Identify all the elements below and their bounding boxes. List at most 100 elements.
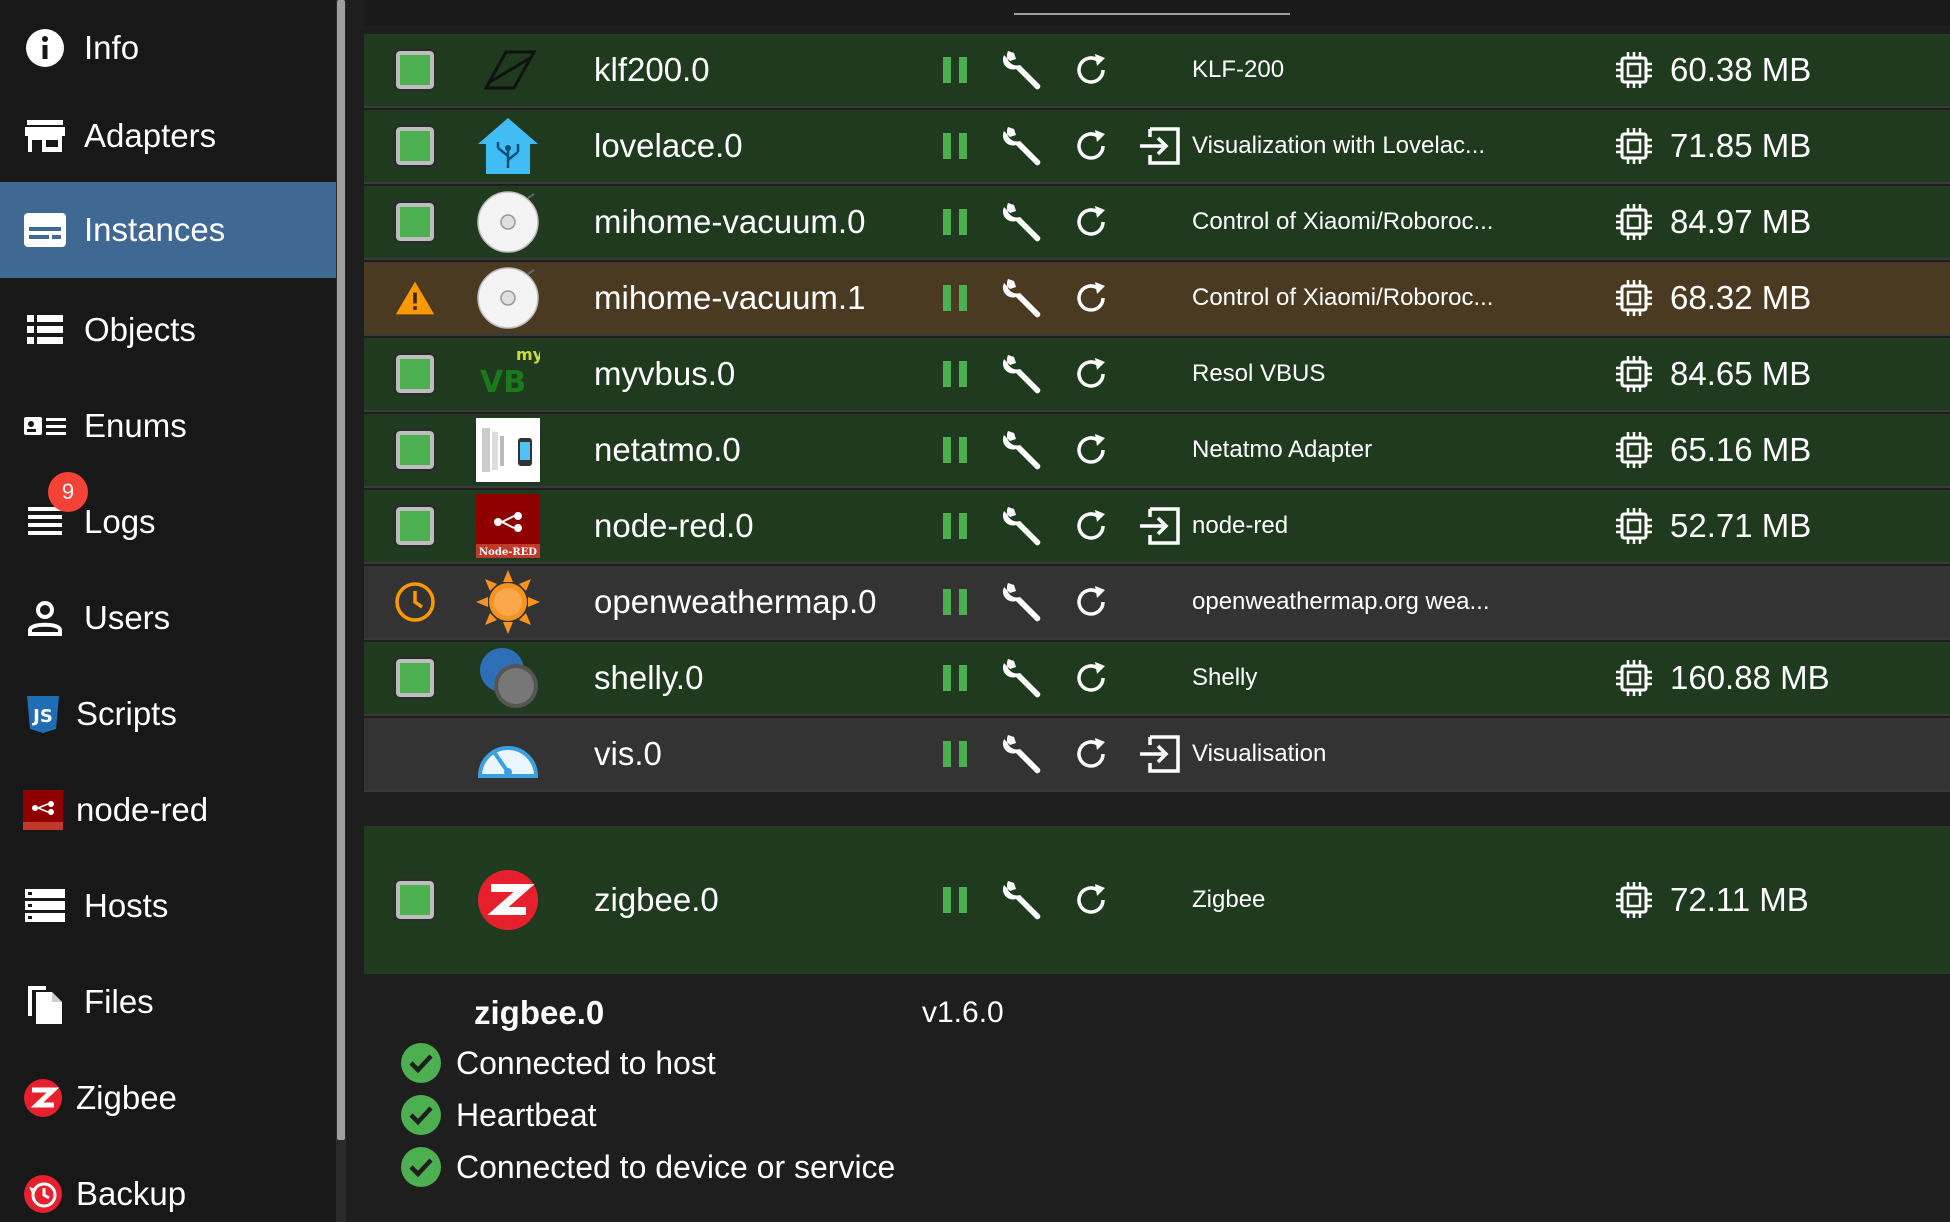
restart-icon[interactable] (1068, 579, 1114, 625)
pause-icon[interactable] (932, 579, 978, 625)
instance-row[interactable]: Node-RED node-red.0 node-red 52.71 MB (364, 490, 1950, 564)
instances-list: klf200.0 KLF-200 60.38 MB lovelace.0 Visuali… (346, 0, 1950, 1222)
restart-icon[interactable] (1068, 877, 1114, 923)
restart-icon[interactable] (1068, 655, 1114, 701)
instance-memory: 71.85 MB (1614, 110, 1811, 182)
open-in-new-icon[interactable] (1136, 731, 1182, 777)
pause-icon[interactable] (932, 503, 978, 549)
instance-controls (932, 566, 1222, 638)
files-icon (22, 979, 68, 1025)
instance-row[interactable]: VB my myvbus.0 Resol VBUS 84.65 MB (364, 338, 1950, 412)
sidebar-item-scripts[interactable]: JS Scripts (0, 666, 336, 762)
instance-row[interactable]: shelly.0 Shelly 160.88 MB (364, 642, 1950, 716)
wrench-icon[interactable] (1000, 47, 1046, 93)
instance-controls (932, 718, 1222, 790)
node-red-logo: Node-RED (476, 490, 540, 562)
instance-description: Shelly (1192, 664, 1258, 691)
sidebar-item-instances[interactable]: Instances (0, 182, 336, 278)
sidebar-item-users[interactable]: Users (0, 570, 336, 666)
status-indicator (394, 826, 436, 974)
wrench-icon[interactable] (1000, 427, 1046, 473)
instance-row[interactable]: mihome-vacuum.1 Control of Xiaomi/Roboroc… (364, 262, 1950, 336)
info-icon (22, 25, 68, 71)
lovelace-logo (476, 110, 540, 182)
pause-icon[interactable] (932, 655, 978, 701)
sidebar-item-adapters[interactable]: Adapters (0, 88, 336, 184)
pause-icon[interactable] (932, 123, 978, 169)
instance-memory: 72.11 MB (1614, 826, 1809, 974)
status-indicator (394, 414, 436, 486)
wrench-icon[interactable] (1000, 503, 1046, 549)
sidebar-item-backup[interactable]: Backup (0, 1146, 336, 1222)
instance-row[interactable]: openweathermap.0 openweathermap.org wea..… (364, 566, 1950, 640)
instance-controls (932, 110, 1222, 182)
sidebar-item-zigbee[interactable]: Zigbee (0, 1050, 336, 1146)
instance-description: Visualization with Lovelac... (1192, 132, 1486, 159)
restart-icon[interactable] (1068, 427, 1114, 473)
wrench-icon[interactable] (1000, 579, 1046, 625)
vacuum-logo (476, 262, 540, 334)
instance-memory: 160.88 MB (1614, 642, 1830, 714)
user-icon (22, 595, 68, 641)
open-in-new-icon[interactable] (1136, 503, 1182, 549)
sidebar-item-info[interactable]: Info (0, 0, 336, 96)
instance-row[interactable]: mihome-vacuum.0 Control of Xiaomi/Roboroc… (364, 186, 1950, 260)
pause-icon[interactable] (932, 877, 978, 923)
hosts-icon (22, 883, 68, 929)
open-in-new-icon[interactable] (1136, 123, 1182, 169)
instance-name: mihome-vacuum.0 (594, 203, 866, 240)
instance-row-expanded[interactable]: zigbee.0 Zigbee 72.11 MB (364, 826, 1950, 974)
svg-text:JS: JS (31, 706, 53, 727)
instance-row[interactable]: vis.0 Visualisation (364, 718, 1950, 792)
wrench-icon[interactable] (1000, 731, 1046, 777)
memory-chip-icon (1616, 280, 1652, 316)
sidebar-item-files[interactable]: Files (0, 954, 336, 1050)
sidebar-item-hosts[interactable]: Hosts (0, 858, 336, 954)
wrench-icon[interactable] (1000, 877, 1046, 923)
memory-value: 52.71 MB (1670, 507, 1812, 544)
sidebar-item-enums[interactable]: Enums (0, 378, 336, 474)
wrench-icon[interactable] (1000, 655, 1046, 701)
openweathermap-logo (476, 566, 540, 638)
pause-icon[interactable] (932, 427, 978, 473)
instance-controls (932, 490, 1222, 562)
restart-icon[interactable] (1068, 123, 1114, 169)
restart-icon[interactable] (1068, 275, 1114, 321)
pause-icon[interactable] (932, 275, 978, 321)
restart-icon[interactable] (1068, 503, 1114, 549)
pause-icon[interactable] (932, 731, 978, 777)
instance-row[interactable]: lovelace.0 Visualization with Lovelac... 7… (364, 110, 1950, 184)
instance-memory: 84.97 MB (1614, 186, 1811, 258)
wrench-icon[interactable] (1000, 351, 1046, 397)
instance-controls (932, 826, 1222, 974)
restart-icon[interactable] (1068, 351, 1114, 397)
restart-icon[interactable] (1068, 731, 1114, 777)
pause-icon[interactable] (932, 47, 978, 93)
instance-description: node-red (1192, 512, 1289, 539)
klf200-logo (476, 34, 540, 106)
details-title: zigbee.0 (474, 994, 605, 1031)
instance-row[interactable]: netatmo.0 Netatmo Adapter 65.16 MB (364, 414, 1950, 488)
vacuum-logo (476, 186, 540, 258)
instance-row[interactable]: klf200.0 KLF-200 60.38 MB (364, 34, 1950, 108)
memory-value: 60.38 MB (1670, 51, 1812, 88)
sidebar-item-label: Hosts (84, 887, 169, 924)
memory-chip-icon (1616, 128, 1652, 164)
vis-logo (476, 718, 540, 790)
restart-icon[interactable] (1068, 47, 1114, 93)
memory-value: 160.88 MB (1670, 659, 1830, 696)
instance-memory: 52.71 MB (1614, 490, 1811, 562)
wrench-icon[interactable] (1000, 199, 1046, 245)
status-indicator (394, 34, 436, 106)
sidebar-item-node-red[interactable]: node-red (0, 762, 336, 858)
wrench-icon[interactable] (1000, 123, 1046, 169)
sidebar-item-label: Files (84, 983, 154, 1020)
pause-icon[interactable] (932, 351, 978, 397)
restart-icon[interactable] (1068, 199, 1114, 245)
pause-icon[interactable] (932, 199, 978, 245)
status-indicator (394, 338, 436, 410)
wrench-icon[interactable] (1000, 275, 1046, 321)
sidebar-scrollbar[interactable] (336, 0, 346, 1222)
sidebar-item-objects[interactable]: Objects (0, 282, 336, 378)
enums-icon (22, 403, 68, 449)
